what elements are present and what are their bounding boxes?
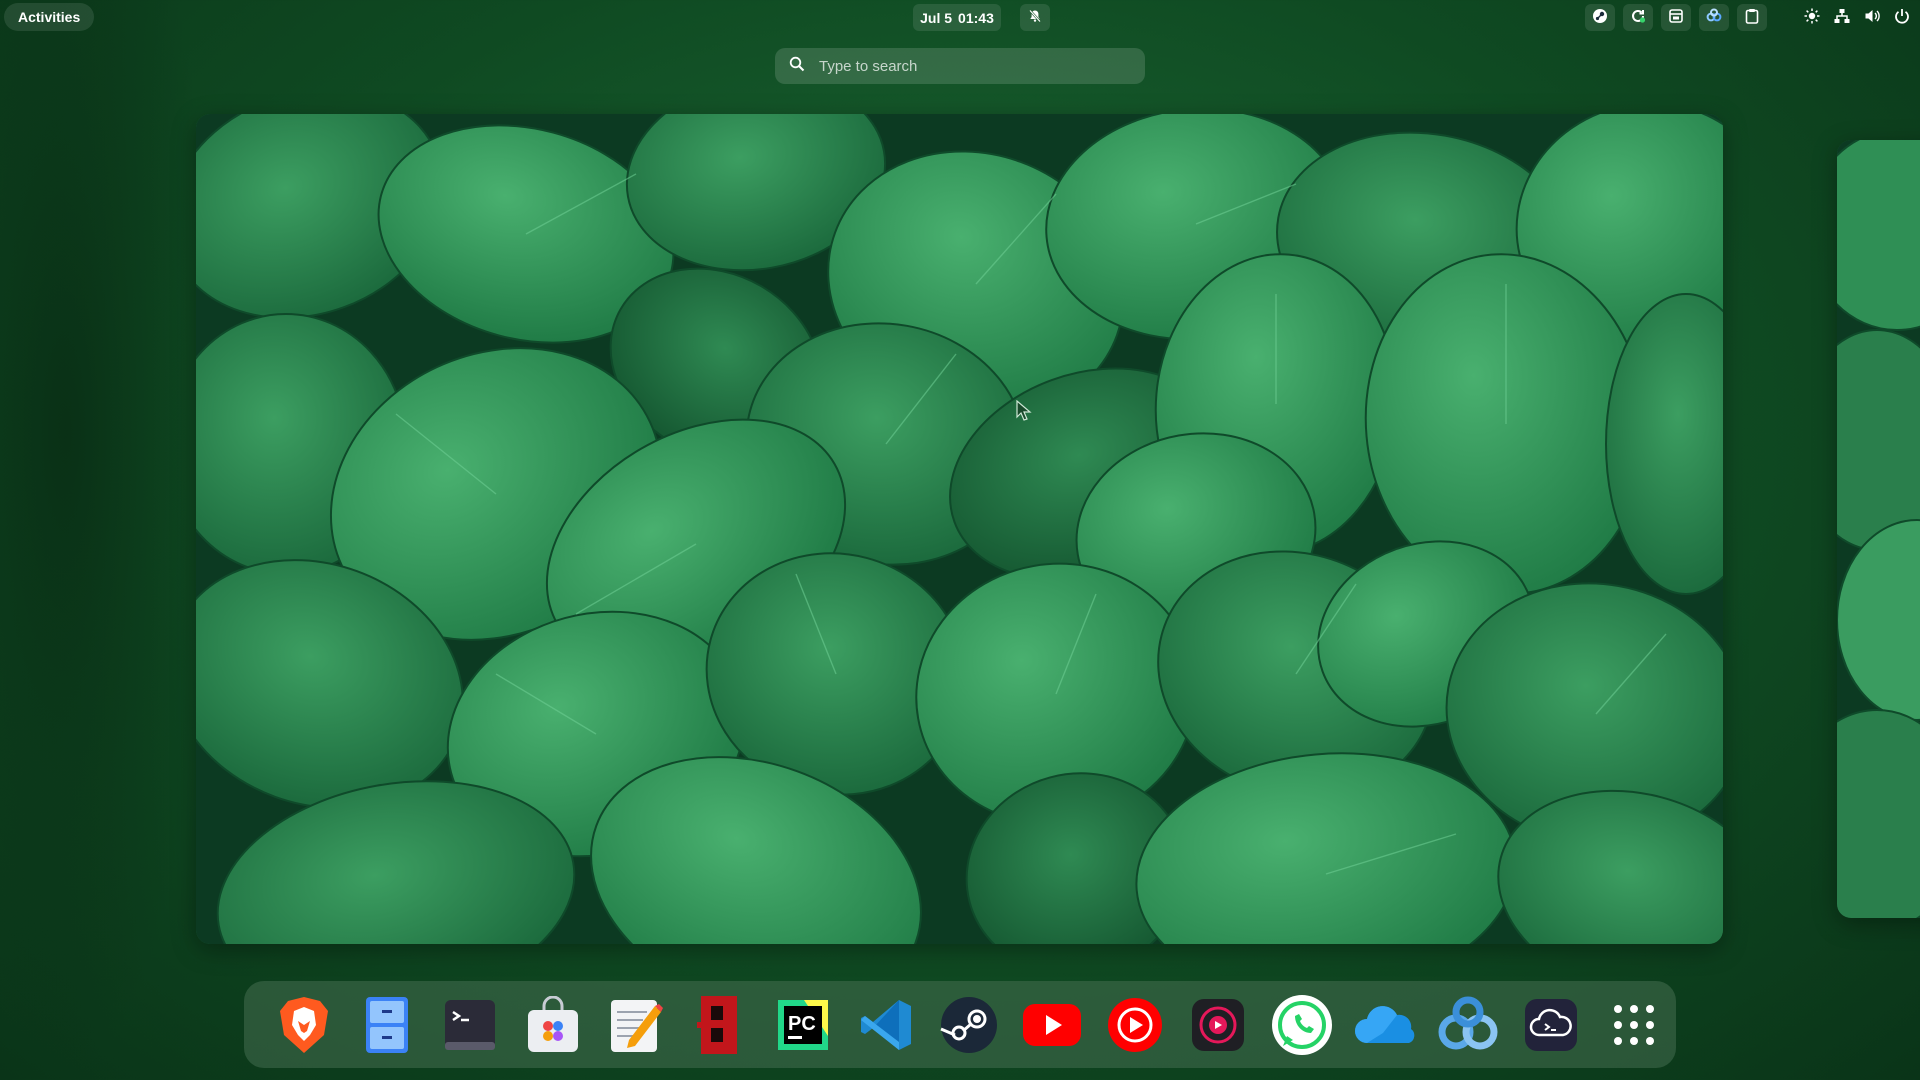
dock-app-youtube-music[interactable] xyxy=(1094,990,1177,1060)
software-store-icon xyxy=(528,995,579,1052)
dock-app-onedrive[interactable] xyxy=(1343,990,1426,1060)
search-bar[interactable] xyxy=(775,48,1145,84)
podcasts-icon xyxy=(1192,998,1245,1051)
do-not-disturb-button[interactable] xyxy=(1020,4,1050,31)
whatsapp-icon xyxy=(1271,994,1332,1055)
steam-icon xyxy=(940,996,997,1053)
dock-app-vscode[interactable] xyxy=(844,990,927,1060)
steam-tray-icon xyxy=(1592,8,1608,28)
activities-button[interactable]: Activities xyxy=(4,3,95,31)
show-applications-button[interactable] xyxy=(1593,990,1676,1060)
dock-app-files[interactable] xyxy=(345,990,428,1060)
mouse-cursor xyxy=(1016,399,1032,426)
wallpaper-leaves-image xyxy=(196,114,1723,944)
app-grid-icon xyxy=(1614,1004,1655,1045)
tray-item-update[interactable] xyxy=(1623,4,1653,31)
activities-label: Activities xyxy=(18,9,81,25)
time-label: 01:43 xyxy=(958,9,994,26)
terminal-icon xyxy=(444,999,495,1050)
dock-app-pycharm[interactable]: PC xyxy=(761,990,844,1060)
dock: PC xyxy=(244,981,1676,1068)
search-input[interactable] xyxy=(817,56,1121,76)
brightness-icon xyxy=(1804,8,1820,28)
date-label: Jul 5 xyxy=(920,9,953,26)
dock-app-steam[interactable] xyxy=(927,990,1010,1060)
power-icon xyxy=(1894,8,1910,28)
tray-area xyxy=(1585,4,1767,31)
svg-text:PC: PC xyxy=(788,1013,816,1035)
tray-item-clipboard[interactable] xyxy=(1737,4,1767,31)
youtube-icon xyxy=(1023,1003,1082,1046)
update-tray-icon xyxy=(1630,8,1646,28)
clipboard-manager-icon xyxy=(1668,8,1684,28)
text-editor-icon xyxy=(611,999,664,1052)
network-icon xyxy=(1834,8,1850,28)
search-icon xyxy=(789,56,805,76)
bitwarden-icon xyxy=(697,995,738,1054)
dock-app-software[interactable] xyxy=(512,990,595,1060)
bell-off-icon xyxy=(1028,8,1042,27)
dock-app-brave[interactable] xyxy=(262,990,345,1060)
tray-item-steam[interactable] xyxy=(1585,4,1615,31)
files-icon xyxy=(365,996,408,1053)
tray-item-clipboard-manager[interactable] xyxy=(1661,4,1691,31)
youtube-music-icon xyxy=(1108,997,1163,1052)
volume-icon xyxy=(1864,8,1880,28)
nextcloud-tray-icon xyxy=(1705,8,1723,28)
date-time-button[interactable]: Jul 5 01:43 xyxy=(913,4,1001,31)
nextcloud-icon xyxy=(1438,996,1498,1049)
onedrive-icon xyxy=(1354,1005,1415,1043)
dock-app-terminal[interactable] xyxy=(428,990,511,1060)
dock-app-text-editor[interactable] xyxy=(595,990,678,1060)
dock-app-nextcloud[interactable] xyxy=(1426,990,1509,1060)
top-bar: Activities Jul 5 01:43 xyxy=(0,0,1920,34)
dock-app-youtube[interactable] xyxy=(1011,990,1094,1060)
clipboard-icon xyxy=(1745,8,1759,28)
dock-app-whatsapp[interactable] xyxy=(1260,990,1343,1060)
vscode-icon xyxy=(860,999,911,1050)
brave-browser-icon xyxy=(279,996,328,1053)
system-menu-button[interactable] xyxy=(1797,4,1917,31)
wallpaper-leaves-image xyxy=(1837,140,1920,918)
cloud-terminal-icon xyxy=(1525,998,1578,1051)
dock-app-podcasts[interactable] xyxy=(1177,990,1260,1060)
tray-item-nextcloud[interactable] xyxy=(1699,4,1729,31)
dock-app-bitwarden[interactable] xyxy=(678,990,761,1060)
pycharm-icon: PC xyxy=(777,999,828,1050)
dock-app-cloud-terminal[interactable] xyxy=(1510,990,1593,1060)
workspace-thumbnail-next[interactable] xyxy=(1837,140,1920,918)
background-shadow xyxy=(0,0,220,1080)
workspace-thumbnail-current[interactable] xyxy=(196,114,1723,944)
